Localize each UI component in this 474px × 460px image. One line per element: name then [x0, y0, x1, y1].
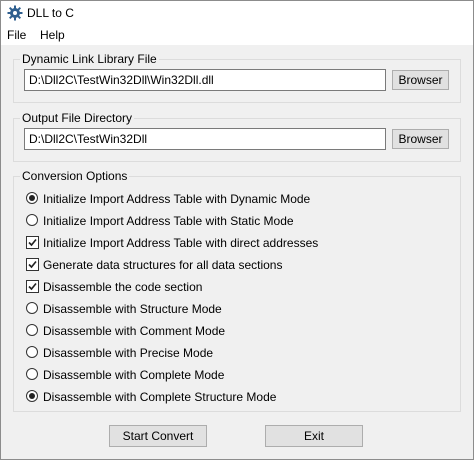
- option-label: Disassemble with Complete Structure Mode: [43, 390, 277, 404]
- radio-selected-icon[interactable]: [26, 390, 38, 402]
- radio-unselected-icon[interactable]: [26, 324, 38, 336]
- start-convert-button[interactable]: Start Convert: [109, 425, 207, 447]
- dll-file-group: Dynamic Link Library File Browser: [13, 52, 461, 103]
- gear-icon: [7, 5, 23, 21]
- main-window: DLL to C File Help Dynamic Link Library …: [0, 0, 474, 460]
- dll-browse-button[interactable]: Browser: [392, 70, 449, 90]
- option-label: Initialize Import Address Table with Dyn…: [43, 192, 311, 206]
- option-label: Generate data structures for all data se…: [43, 258, 283, 272]
- output-dir-group-label: Output File Directory: [20, 111, 135, 125]
- conversion-options-group: Conversion Options Initialize Import Add…: [13, 169, 461, 412]
- menu-file[interactable]: File: [5, 28, 28, 42]
- menu-help[interactable]: Help: [38, 28, 67, 42]
- output-dir-group: Output File Directory Browser: [13, 111, 461, 162]
- option-label: Disassemble with Structure Mode: [43, 302, 222, 316]
- option-label: Disassemble the code section: [43, 280, 203, 294]
- radio-unselected-icon[interactable]: [26, 214, 38, 226]
- dll-file-input[interactable]: [24, 69, 386, 91]
- option-label: Disassemble with Complete Mode: [43, 368, 225, 382]
- checkbox-checked-icon[interactable]: [26, 258, 39, 271]
- option-label: Disassemble with Comment Mode: [43, 324, 226, 338]
- exit-button[interactable]: Exit: [265, 425, 363, 447]
- client-area: Dynamic Link Library File Browser Output…: [1, 45, 473, 459]
- radio-unselected-icon[interactable]: [26, 368, 38, 380]
- option-label: Disassemble with Precise Mode: [43, 346, 214, 360]
- radio-unselected-icon[interactable]: [26, 302, 38, 314]
- option-label: Initialize Import Address Table with dir…: [43, 236, 319, 250]
- option-label: Initialize Import Address Table with Sta…: [43, 214, 294, 228]
- radio-unselected-icon[interactable]: [26, 346, 38, 358]
- conversion-options-group-label: Conversion Options: [20, 169, 130, 183]
- checkbox-checked-icon[interactable]: [26, 280, 39, 293]
- radio-selected-icon[interactable]: [26, 192, 38, 204]
- checkbox-checked-icon[interactable]: [26, 236, 39, 249]
- output-dir-input[interactable]: [24, 128, 386, 150]
- output-browse-button[interactable]: Browser: [392, 129, 449, 149]
- dll-file-group-label: Dynamic Link Library File: [20, 52, 159, 66]
- menu-bar: File Help: [1, 25, 473, 45]
- window-title: DLL to C: [27, 6, 74, 20]
- title-bar: DLL to C: [1, 1, 473, 25]
